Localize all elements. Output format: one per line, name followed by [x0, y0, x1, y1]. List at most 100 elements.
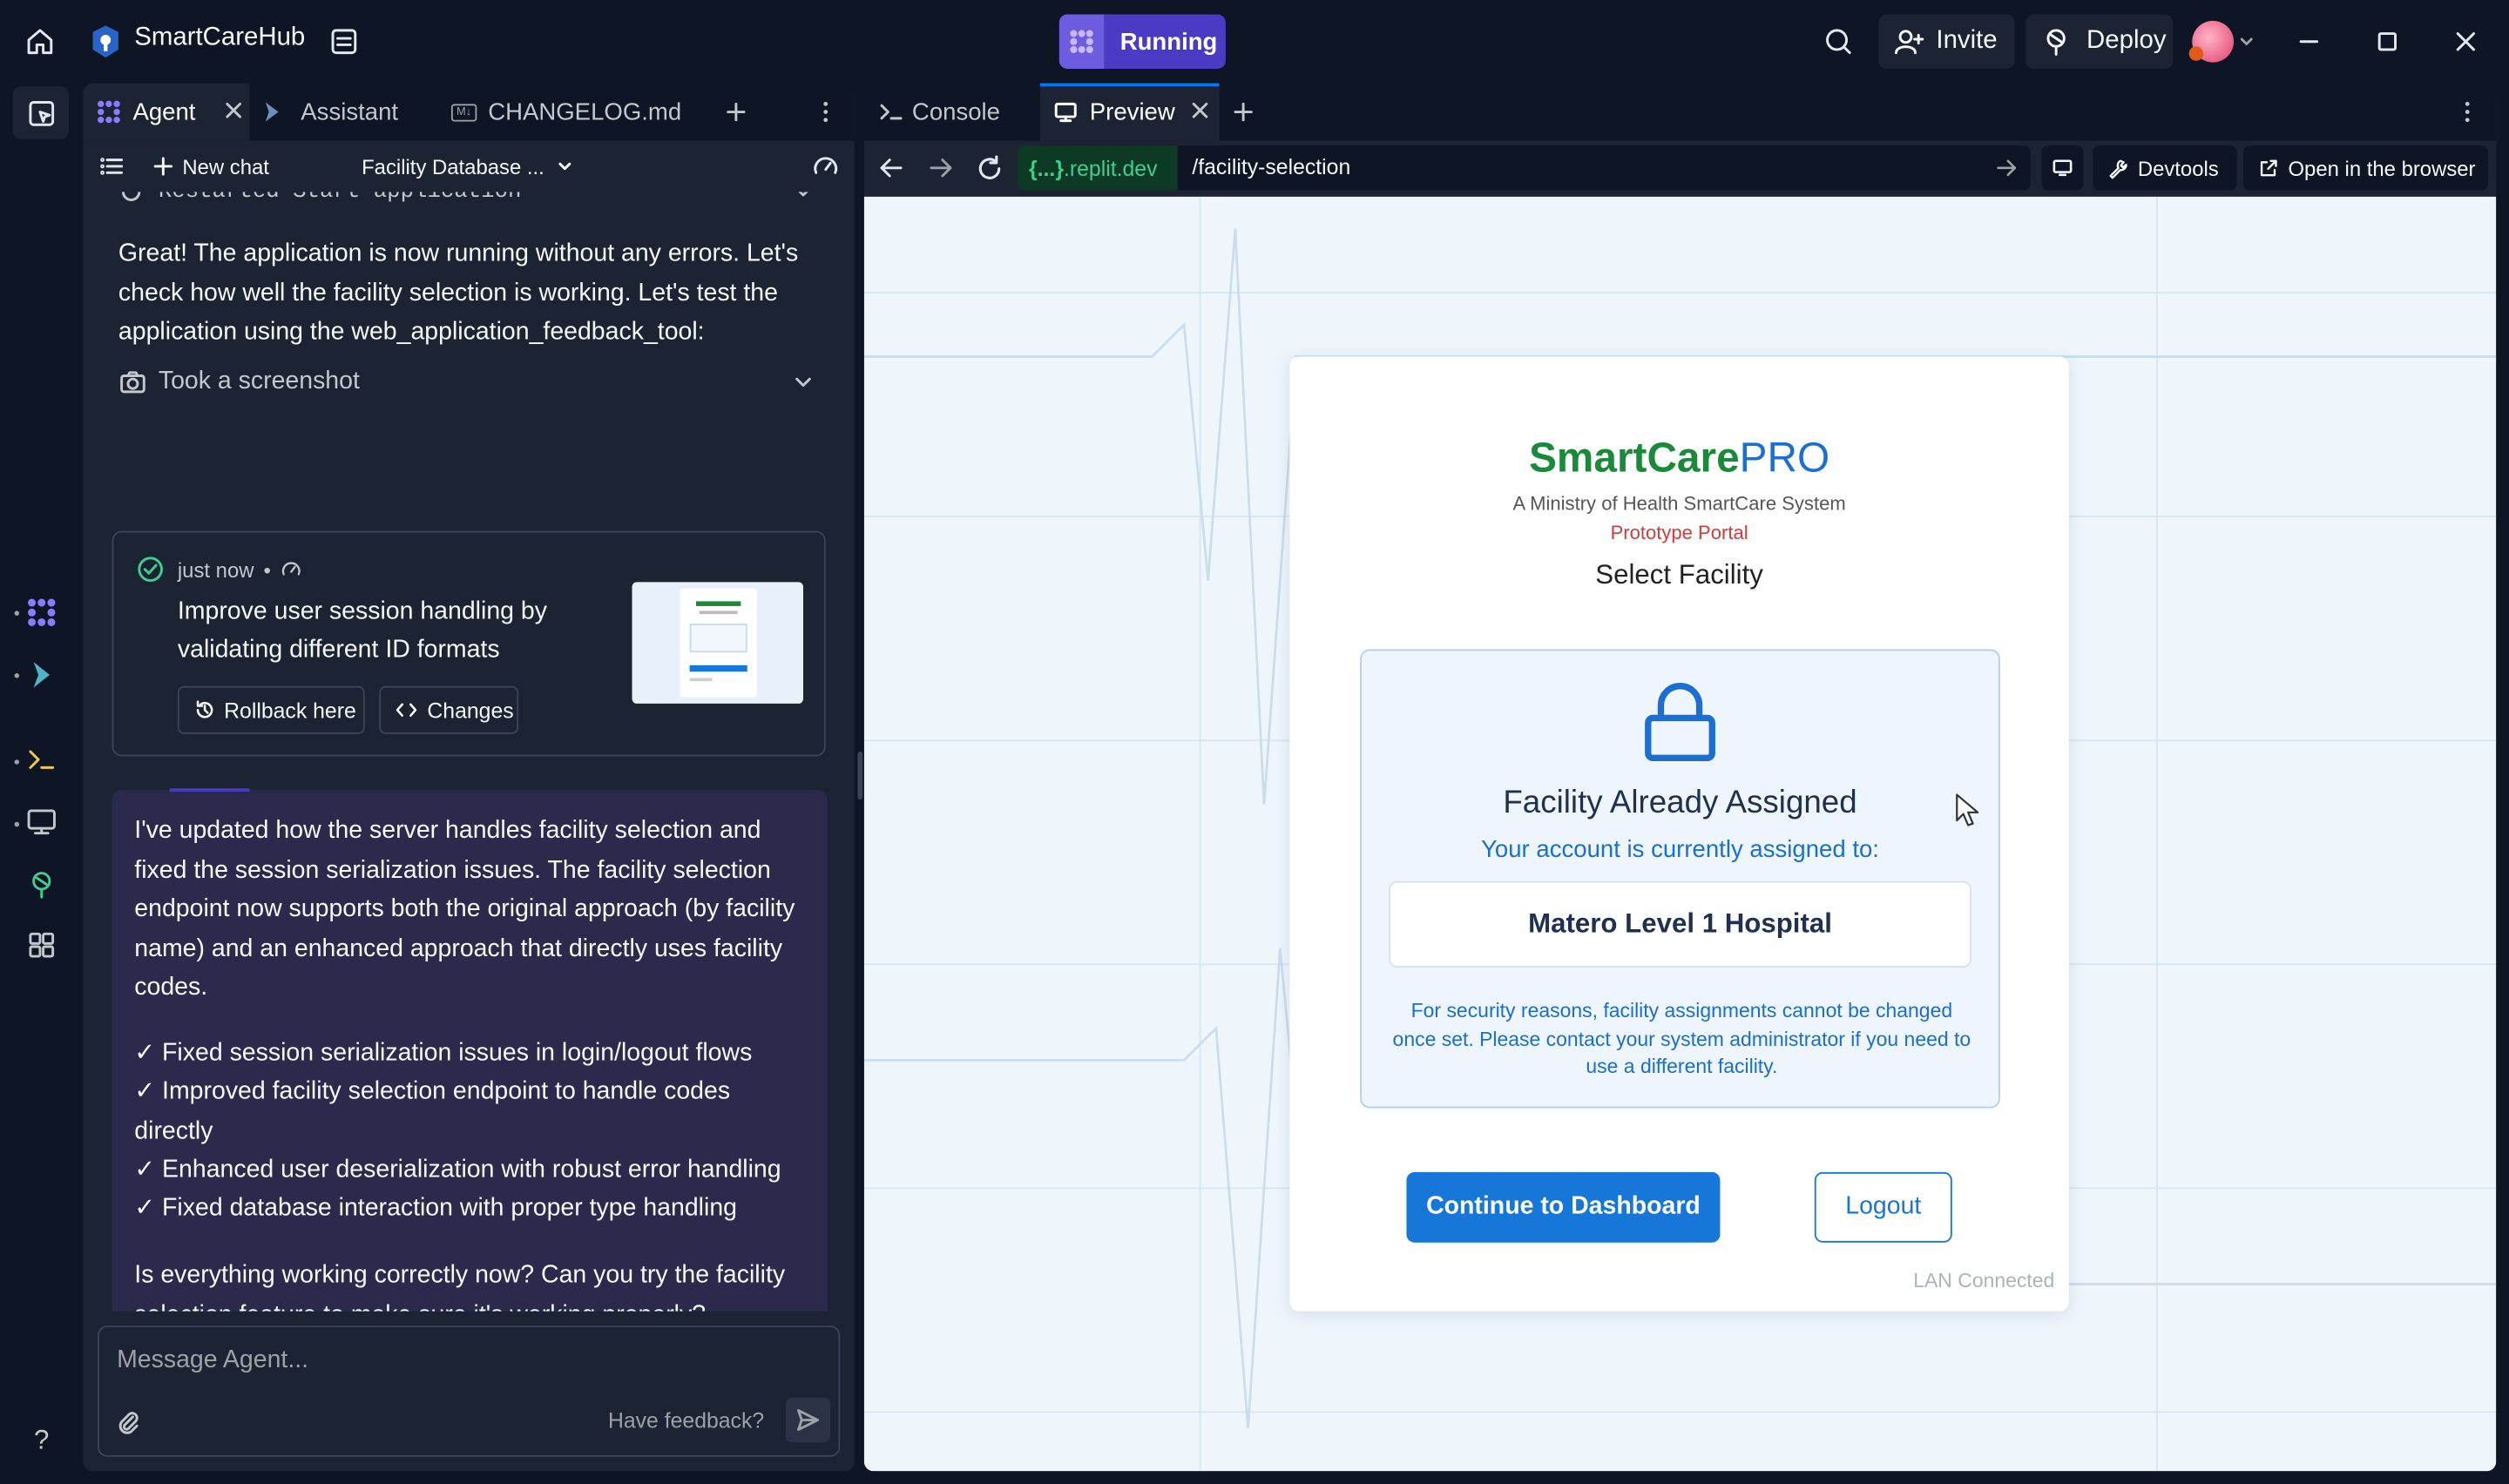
- chevron-down-icon[interactable]: [2237, 32, 2256, 51]
- all-tools-icon[interactable]: [24, 928, 59, 962]
- send-icon: [797, 1409, 820, 1432]
- open-in-browser-button[interactable]: Open in the browser: [2243, 145, 2489, 191]
- preview-rail-icon[interactable]: [24, 805, 59, 840]
- code-icon: [396, 703, 417, 717]
- add-tab-icon[interactable]: [723, 99, 748, 125]
- tab-preview[interactable]: Preview: [1039, 83, 1220, 141]
- more-vertical-icon[interactable]: [2454, 99, 2479, 125]
- invite-button[interactable]: Invite: [1878, 14, 2015, 69]
- tab-preview-label: Preview: [1089, 98, 1175, 126]
- checkpoint-card: just now • Improve user session handling…: [112, 530, 826, 757]
- rail-dot: [14, 673, 20, 678]
- message-item: ✓ Fixed session serialization issues in …: [134, 1039, 753, 1067]
- tab-console[interactable]: Console: [864, 83, 1031, 140]
- run-label: Running: [1119, 28, 1218, 56]
- rail-dot: [14, 610, 20, 616]
- close-tab-icon[interactable]: [1191, 101, 1210, 120]
- forward-icon[interactable]: [928, 155, 953, 180]
- checkpoint-time-row: just now •: [178, 556, 303, 582]
- chevron-down-icon[interactable]: [794, 192, 813, 201]
- devtools-button[interactable]: Devtools: [2093, 145, 2237, 191]
- tab-agent[interactable]: Agent: [83, 83, 250, 141]
- restarted-row: Restarted Start application: [118, 192, 822, 207]
- back-icon[interactable]: [878, 155, 903, 180]
- message-input[interactable]: Message Agent...: [117, 1346, 308, 1375]
- message-accent: [169, 788, 250, 792]
- rail-dot: [14, 821, 20, 827]
- reload-icon[interactable]: [976, 155, 1003, 182]
- logout-button[interactable]: Logout: [1814, 1171, 1952, 1243]
- deploy-rail-icon[interactable]: [24, 867, 59, 901]
- rollback-button[interactable]: Rollback here: [177, 685, 365, 734]
- panel-resize-handle[interactable]: [857, 752, 862, 800]
- chat-title-dropdown[interactable]: Facility Database ...: [362, 153, 573, 179]
- avatar-badge: [2188, 46, 2204, 61]
- portal-label: Prototype Portal: [1610, 521, 1748, 544]
- screenshot-row[interactable]: Took a screenshot: [118, 365, 822, 400]
- agent-intro-text: Great! The application is now running wi…: [118, 239, 799, 346]
- brand-pro: PRO: [1739, 433, 1830, 482]
- url-path: /facility-selection: [1192, 155, 1351, 179]
- rollback-label: Rollback here: [224, 698, 356, 723]
- device-preview-button[interactable]: [2041, 145, 2084, 191]
- new-chat-button[interactable]: New chat: [153, 153, 269, 179]
- go-arrow-icon[interactable]: [1995, 157, 2018, 179]
- agent-rail-icon[interactable]: [24, 595, 59, 630]
- tab-assistant[interactable]: Assistant: [260, 83, 436, 140]
- devices-icon: [2053, 159, 2073, 177]
- url-bar: {...} .replit.dev /facility-selection De…: [863, 140, 2497, 197]
- continue-dashboard-button[interactable]: Continue to Dashboard: [1406, 1171, 1721, 1243]
- more-vertical-icon[interactable]: [813, 99, 838, 125]
- plus-icon: [153, 157, 172, 176]
- home-icon[interactable]: [23, 24, 57, 59]
- message-input-box[interactable]: Message Agent... Have feedback?: [98, 1325, 841, 1457]
- external-link-icon: [2260, 159, 2277, 176]
- workspace-toggle-button[interactable]: [12, 86, 69, 139]
- app-preview[interactable]: SmartCarePRO A Ministry of Health SmartC…: [863, 196, 2497, 1472]
- add-user-icon: [1895, 30, 1924, 55]
- chat-scroll-area[interactable]: Restarted Start application Great! The a…: [84, 192, 855, 1312]
- invite-label: Invite: [1936, 27, 1998, 55]
- minimize-icon[interactable]: [2291, 24, 2326, 59]
- message-intro: I've updated how the server handles faci…: [134, 817, 795, 1002]
- close-tab-icon[interactable]: [224, 101, 243, 120]
- help-icon[interactable]: ?: [24, 1423, 59, 1458]
- terminal-icon: [880, 104, 903, 120]
- tab-changelog[interactable]: M↓ CHANGELOG.md: [450, 83, 723, 140]
- speedometer-icon[interactable]: [811, 152, 840, 180]
- send-button[interactable]: [785, 1397, 831, 1443]
- checkpoint-thumbnail[interactable]: [632, 582, 804, 704]
- tab-assistant-label: Assistant: [301, 98, 399, 126]
- checkpoint-time: just now: [177, 556, 254, 582]
- project-logo-icon[interactable]: [90, 24, 122, 59]
- chevron-down-icon[interactable]: [794, 373, 813, 392]
- url-domain-badge: {...} .replit.dev: [1018, 145, 1178, 191]
- project-menu-icon[interactable]: [327, 24, 362, 59]
- search-icon[interactable]: [1821, 24, 1856, 59]
- feedback-link[interactable]: Have feedback?: [608, 1409, 764, 1433]
- history-icon: [196, 700, 213, 718]
- devtools-label: Devtools: [2137, 156, 2219, 180]
- url-domain-prefix: {...}: [1028, 156, 1064, 180]
- add-tab-icon[interactable]: [1230, 99, 1255, 125]
- camera-icon: [120, 371, 145, 394]
- page-title: Select Facility: [1595, 559, 1763, 590]
- project-name[interactable]: SmartCareHub: [134, 24, 305, 53]
- chat-title: Facility Database ...: [362, 154, 544, 179]
- assistant-rail-icon[interactable]: [24, 658, 59, 692]
- close-window-icon[interactable]: [2448, 24, 2483, 59]
- url-input[interactable]: {...} .replit.dev /facility-selection: [1018, 145, 2031, 191]
- deploy-button[interactable]: Deploy: [2025, 14, 2174, 69]
- changes-button[interactable]: Changes: [379, 685, 519, 734]
- preview-panel: Console Preview {...} .replit.dev /facil…: [863, 83, 2497, 1472]
- console-rail-icon[interactable]: [24, 742, 59, 777]
- speedometer-icon: [282, 562, 301, 576]
- maximize-icon[interactable]: [2370, 24, 2404, 59]
- restart-icon: [121, 192, 141, 201]
- run-button[interactable]: Running: [1058, 14, 1226, 69]
- attach-icon[interactable]: [113, 1407, 142, 1436]
- check-circle-icon: [136, 555, 165, 583]
- agent-icon: [98, 100, 120, 124]
- history-list-icon[interactable]: [99, 153, 125, 179]
- panel-toggle-icon: [28, 100, 54, 125]
